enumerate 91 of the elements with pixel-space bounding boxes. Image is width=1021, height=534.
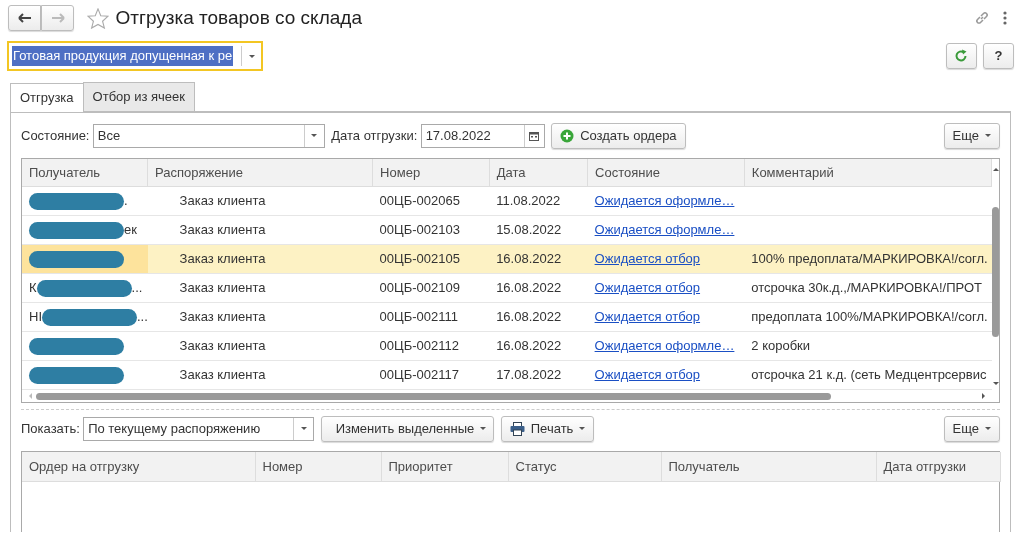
column-header[interactable]: Распоряжение (147, 158, 373, 187)
more-button[interactable]: Еще (943, 415, 1000, 442)
table-cell: Заказ клиента (147, 331, 373, 361)
table-cell: Заказ клиента (147, 360, 373, 390)
left-arrow-icon (17, 13, 32, 23)
warehouse-field[interactable]: Готовая продукция допущенная к ре (7, 41, 263, 71)
tab[interactable]: Отбор из ячеек (82, 82, 195, 111)
caret-icon (248, 54, 255, 58)
table-cell: 00ЦБ-002112 (372, 331, 490, 361)
recipient-text: К (29, 280, 37, 296)
table-cell: отсрочка 30к.д.,/МАРКИРОВКА!/ПРОТ (744, 273, 992, 303)
table-cell: Заказ клиента (147, 273, 373, 303)
table-cell: 100% предоплата/МАРКИРОВКА!/согл. (744, 244, 992, 274)
help-button[interactable]: ? (983, 43, 1014, 69)
more-button[interactable]: Еще (943, 122, 1000, 149)
table-cell: 00ЦБ-002111 (372, 302, 490, 332)
table-row[interactable]: ек Заказ клиента 00ЦБ-002103 15.08.2022 Ожидается оформле… (22, 215, 992, 245)
star-icon[interactable] (87, 7, 109, 29)
table-cell: 17.08.2022 (489, 360, 588, 390)
table-cell: 00ЦБ-002109 (372, 273, 490, 303)
table-cell: 11.08.2022 (489, 186, 588, 216)
recipient-text: . (124, 193, 128, 209)
recipient-text: ... (131, 280, 143, 296)
change-selected-button[interactable]: Изменить выделенные (320, 415, 495, 442)
column-header[interactable]: Получатель (22, 158, 148, 187)
status-link[interactable]: Ожидается оформле… (594, 193, 735, 209)
table-cell: 00ЦБ-002103 (372, 215, 490, 245)
column-header[interactable]: Состояние (587, 158, 745, 187)
column-header[interactable]: Дата отгрузки (876, 451, 1000, 482)
recipient-text: НІ (29, 309, 42, 325)
table-cell: Заказ клиента (147, 244, 373, 274)
more-icon[interactable] (1002, 11, 1007, 25)
refresh-button[interactable] (945, 43, 977, 69)
table-row[interactable]: Заказ клиента 00ЦБ-002105 16.08.2022 Ожидается отбор 100% предоплата/МАРКИРОВКА!/согл. (22, 244, 992, 274)
column-header[interactable]: Комментарий (744, 158, 992, 187)
caret-icon (579, 427, 586, 430)
table-cell: отсрочка 21 к.д. (сеть Медцентрсервис (744, 360, 992, 390)
column-header[interactable]: Статус (508, 451, 661, 482)
status-link[interactable]: Ожидается отбор (594, 367, 701, 383)
table-cell: 2 коробки (744, 331, 992, 361)
tab[interactable]: Отгрузка (10, 83, 84, 112)
show-field[interactable]: По текущему распоряжению (83, 416, 315, 441)
column-header[interactable]: Получатель (661, 451, 876, 482)
caret-icon (985, 134, 991, 137)
table-row[interactable]: . Заказ клиента 00ЦБ-002065 11.08.2022 Ожидается оформле… (22, 186, 992, 216)
table-cell: Заказ клиента (147, 302, 373, 332)
refresh-icon (954, 49, 968, 63)
table-row[interactable]: К ... Заказ клиента 00ЦБ-002109 16.08.2022 Ожидается отбор отсрочка 30к.д.,/МАРКИРОВКА!/ПРОТ (22, 273, 992, 303)
calendar-icon (529, 130, 540, 141)
show-label: Показать: (21, 419, 80, 438)
printer-icon (509, 421, 525, 436)
right-arrow-icon (50, 13, 65, 23)
status-link[interactable]: Ожидается отбор (594, 280, 701, 296)
table-row[interactable]: Заказ клиента 00ЦБ-002117 17.08.2022 Ожидается отбор отсрочка 21 к.д. (сеть Медцентрсервис (22, 360, 992, 390)
caret-icon (300, 427, 307, 430)
table-cell: 16.08.2022 (489, 244, 588, 274)
state-label: Состояние: (21, 126, 90, 145)
date-field[interactable]: 17.08.2022 (420, 123, 545, 148)
plus-icon (560, 128, 575, 143)
column-header[interactable]: Номер (372, 158, 490, 187)
table-cell: 15.08.2022 (489, 215, 588, 245)
status-link[interactable]: Ожидается отбор (594, 309, 701, 325)
window-title: Отгрузка товаров со склада (115, 5, 362, 30)
table-cell: 00ЦБ-002117 (372, 360, 490, 390)
create-orders-button[interactable]: Создать ордера (551, 122, 686, 149)
column-header[interactable]: Дата (489, 158, 588, 187)
recipient-text: ек (124, 222, 137, 238)
caret-icon (311, 134, 318, 137)
date-label: Дата отгрузки: (331, 126, 418, 145)
table-cell: 16.08.2022 (489, 331, 588, 361)
link-icon[interactable] (973, 10, 990, 26)
column-header[interactable]: Ордер на отгрузку (22, 451, 255, 482)
column-header[interactable]: Номер (255, 451, 381, 482)
table-cell: Заказ клиента (147, 215, 373, 245)
caret-icon (480, 427, 487, 430)
recipient-text: ... (137, 309, 148, 325)
table-row[interactable]: НІ ... Заказ клиента 00ЦБ-002111 16.08.2022 Ожидается отбор предоплата 100%/МАРКИРОВКА!/согл. (22, 302, 992, 332)
state-field[interactable]: Все (92, 123, 325, 148)
table-cell: 16.08.2022 (489, 273, 588, 303)
print-button[interactable]: Печать (500, 415, 595, 442)
back-button[interactable] (8, 5, 41, 31)
table-cell: 00ЦБ-002065 (372, 186, 490, 216)
table-cell: 00ЦБ-002105 (372, 244, 490, 274)
table-cell: Заказ клиента (147, 186, 373, 216)
column-header[interactable]: Приоритет (381, 451, 508, 482)
table-cell: предоплата 100%/МАРКИРОВКА!/согл. (744, 302, 992, 332)
caret-icon (985, 427, 991, 430)
status-link[interactable]: Ожидается оформле… (594, 338, 735, 354)
status-link[interactable]: Ожидается оформле… (594, 222, 735, 238)
table-cell: 16.08.2022 (489, 302, 588, 332)
table-row[interactable]: Заказ клиента 00ЦБ-002112 16.08.2022 Ожидается оформле… 2 коробки (22, 331, 992, 361)
